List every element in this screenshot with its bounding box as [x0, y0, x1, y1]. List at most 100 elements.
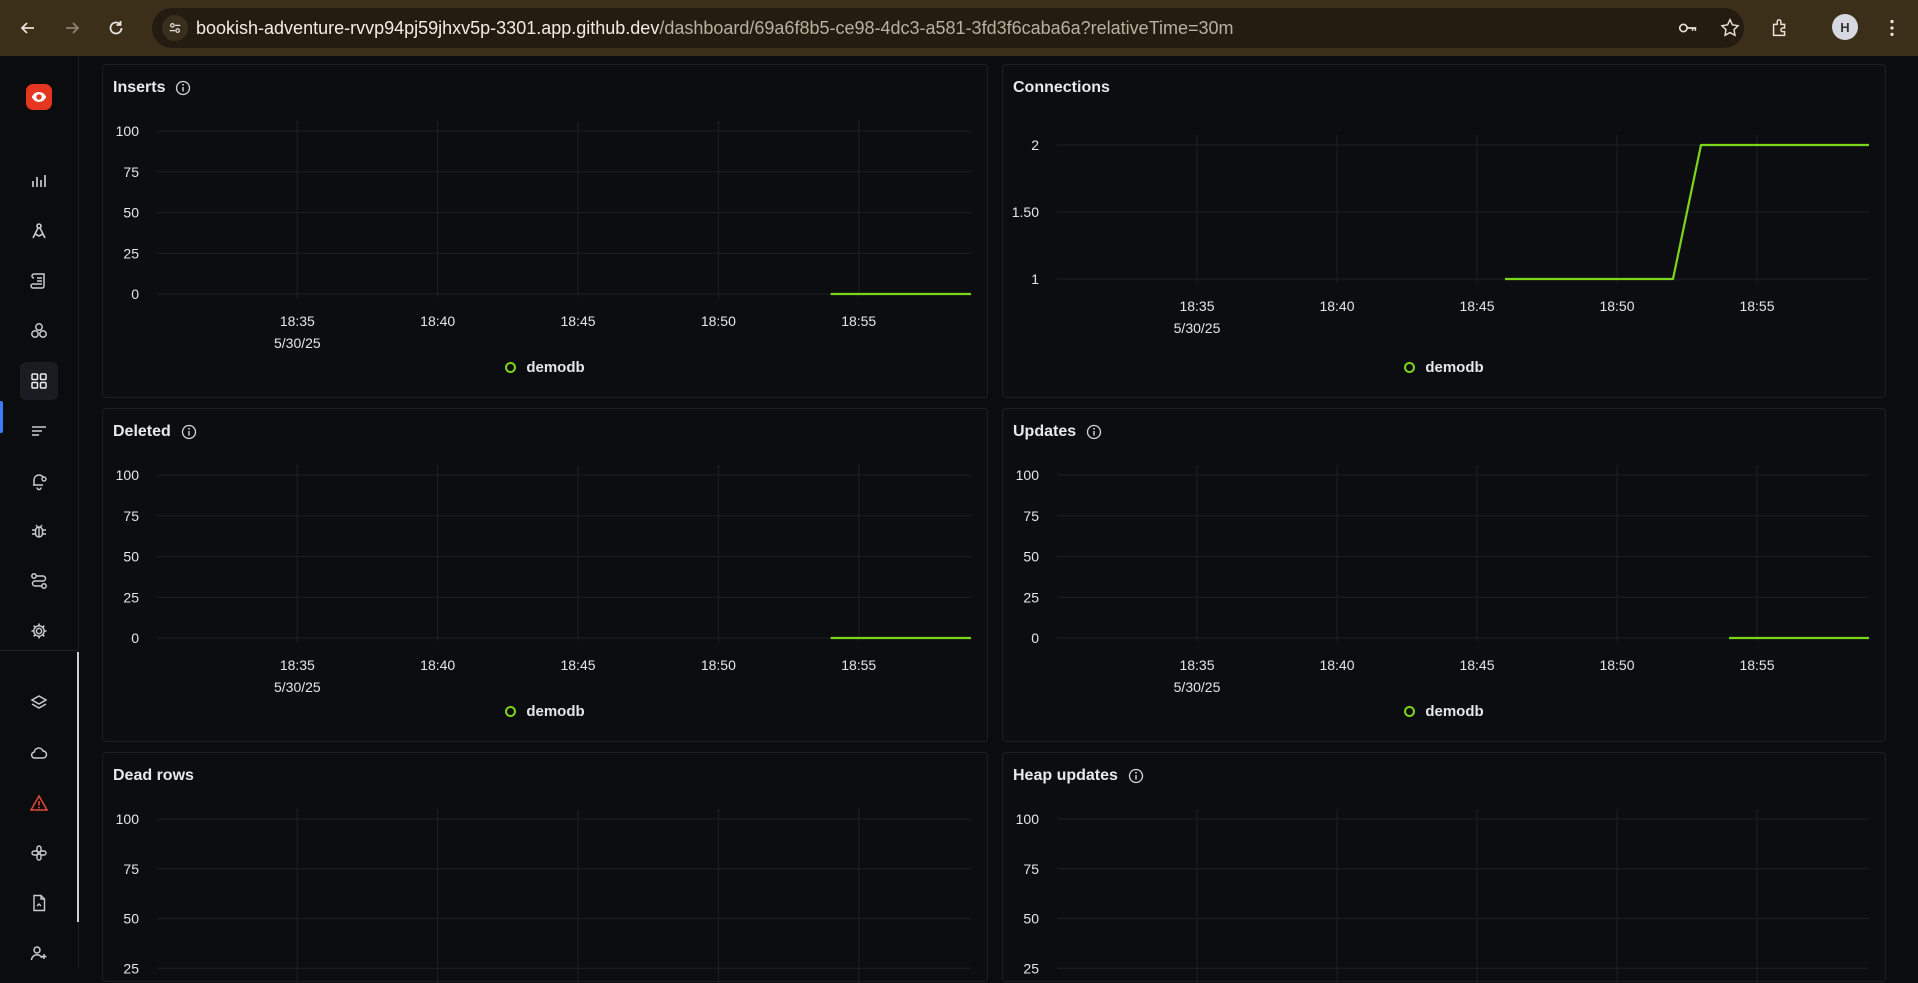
chart-legend: demodb: [1003, 703, 1885, 720]
sidebar-item-invite[interactable]: [20, 934, 58, 972]
y-tick-label: 50: [1023, 549, 1039, 565]
settings-icon: [31, 623, 47, 639]
tune-icon: [169, 23, 181, 33]
y-tick-label: 100: [116, 811, 140, 827]
sidebar-item-alerts[interactable]: [20, 462, 58, 500]
y-tick-label: 75: [123, 861, 139, 877]
legend-marker: [1404, 362, 1416, 373]
x-date-label: 5/30/25: [1174, 320, 1221, 336]
x-tick-label: 18:55: [1739, 657, 1774, 673]
panel-updates: Updates 100 75 50 25 0 18:35 18:40 18:45 18:50 18:…: [1002, 408, 1886, 742]
legend-label[interactable]: demodb: [1425, 359, 1483, 376]
x-tick-label: 18:50: [701, 313, 736, 329]
x-tick-label: 18:35: [280, 657, 315, 673]
invite-user-icon: [30, 946, 47, 961]
y-tick-label: 75: [123, 164, 139, 180]
pipeline-icon: [31, 573, 47, 589]
x-tick-label: 18:55: [841, 313, 876, 329]
y-tick-label: 2: [1031, 137, 1039, 153]
y-tick-label: 1: [1031, 271, 1039, 287]
chart-legend: demodb: [103, 359, 987, 376]
y-tick-label: 50: [123, 549, 139, 565]
sidebar-item-dashboards[interactable]: [20, 362, 58, 400]
back-button[interactable]: [14, 14, 42, 42]
sidebar-item-workspaces[interactable]: [20, 684, 58, 722]
legend-marker: [505, 706, 517, 717]
reload-button[interactable]: [102, 14, 130, 42]
sidebar-item-logs[interactable]: [20, 262, 58, 300]
sidebar-scrollbar[interactable]: [77, 652, 79, 922]
legend-label[interactable]: demodb: [526, 703, 584, 720]
app-logo[interactable]: [26, 84, 52, 110]
dashboard-grid-icon: [31, 373, 47, 389]
x-tick-label: 18:55: [1739, 298, 1774, 314]
sidebar-item-warnings[interactable]: [20, 784, 58, 822]
chart-connections: 2 1.50 1 18:35 18:40 18:45 18:50 18:55 5/30/25: [1012, 135, 1869, 336]
browser-toolbar: bookish-adventure-rvvp94pj59jhxv5p-3301.…: [0, 0, 1918, 56]
chart-deleted: 100 75 50 25 0 18:35 18:40 18:45 18:50 18:55 5/30/…: [116, 465, 971, 695]
extensions-icon[interactable]: [1766, 14, 1794, 42]
x-date-label: 5/30/25: [274, 679, 321, 695]
y-tick-label: 1.50: [1012, 204, 1039, 220]
y-tick-label: 100: [116, 467, 140, 483]
alert-bell-icon: [33, 474, 47, 491]
reload-icon: [109, 21, 123, 35]
x-tick-label: 18:35: [1179, 298, 1214, 314]
y-tick-label: 0: [131, 630, 139, 646]
forward-button[interactable]: [58, 14, 86, 42]
panel-dead-rows: Dead rows 100 75 50 25: [102, 752, 988, 983]
cloud-icon: [30, 747, 48, 759]
chart-inserts: 100 75 50 25 0 18:35 18:40 18:45 18:50 18:55 5/30/…: [116, 121, 971, 351]
sidebar-item-components[interactable]: [20, 312, 58, 350]
sidebar-item-pipelines[interactable]: [20, 562, 58, 600]
y-tick-label: 50: [1023, 911, 1039, 927]
y-tick-label: 100: [1016, 811, 1040, 827]
eye-logo-icon: [31, 92, 47, 102]
legend-label[interactable]: demodb: [1425, 703, 1483, 720]
address-bar[interactable]: bookish-adventure-rvvp94pj59jhxv5p-3301.…: [152, 8, 1744, 48]
sidebar-item-traces[interactable]: [20, 412, 58, 450]
y-tick-label: 75: [1023, 861, 1039, 877]
x-tick-label: 18:55: [841, 657, 876, 673]
url-text[interactable]: bookish-adventure-rvvp94pj59jhxv5p-3301.…: [196, 8, 1234, 48]
sidebar-item-exceptions[interactable]: [20, 512, 58, 550]
sidebar-item-docs[interactable]: [20, 884, 58, 922]
components-icon: [31, 323, 47, 338]
x-tick-label: 18:45: [1459, 298, 1494, 314]
bookmark-star-icon[interactable]: [1718, 16, 1742, 40]
sidebar-item-metrics[interactable]: [20, 162, 58, 200]
arrow-right-icon: [66, 22, 80, 34]
logs-icon: [30, 273, 45, 289]
sidebar-item-query[interactable]: [20, 212, 58, 250]
menu-kebab-icon[interactable]: [1878, 14, 1906, 42]
y-tick-label: 50: [123, 205, 139, 221]
x-tick-label: 18:40: [1319, 298, 1354, 314]
arrow-left-icon: [20, 22, 34, 34]
document-icon: [33, 894, 46, 912]
sidebar-item-integrations[interactable]: [20, 834, 58, 872]
panel-inserts: Inserts 100 75 50 25 0 18:35 18:40 18:45 18:50 18:…: [102, 64, 988, 398]
y-tick-label: 25: [123, 960, 139, 976]
legend-marker: [505, 362, 517, 373]
x-tick-label: 18:40: [420, 313, 455, 329]
panel-connections: Connections 2 1.50 1 18:35 18:40 18:45 18:50 18:…: [1002, 64, 1886, 398]
legend-label[interactable]: demodb: [526, 359, 584, 376]
panel-deleted: Deleted 100 75 50 25 0 18:35 18:40 18:45 18:50 18:…: [102, 408, 988, 742]
sidebar-divider: [0, 650, 78, 651]
url-path: /dashboard/69a6f8b5-ce98-4dc3-a581-3fd3f…: [659, 18, 1234, 38]
y-tick-label: 25: [1023, 589, 1039, 605]
layers-icon: [30, 695, 48, 709]
panel-heap-updates: Heap updates 100 75 50 25: [1002, 752, 1886, 983]
url-host: bookish-adventure-rvvp94pj59jhxv5p-3301.…: [196, 18, 660, 38]
sidebar-item-settings[interactable]: [20, 612, 58, 650]
x-tick-label: 18:45: [561, 313, 596, 329]
profile-avatar[interactable]: H: [1832, 14, 1858, 40]
list-icon: [32, 426, 46, 436]
x-tick-label: 18:50: [1599, 298, 1634, 314]
x-tick-label: 18:45: [561, 657, 596, 673]
sidebar-item-cloud[interactable]: [20, 734, 58, 772]
integrations-icon: [31, 845, 47, 861]
password-key-icon[interactable]: [1676, 16, 1700, 40]
chart-legend: demodb: [103, 703, 987, 720]
site-info-button[interactable]: [162, 15, 188, 41]
